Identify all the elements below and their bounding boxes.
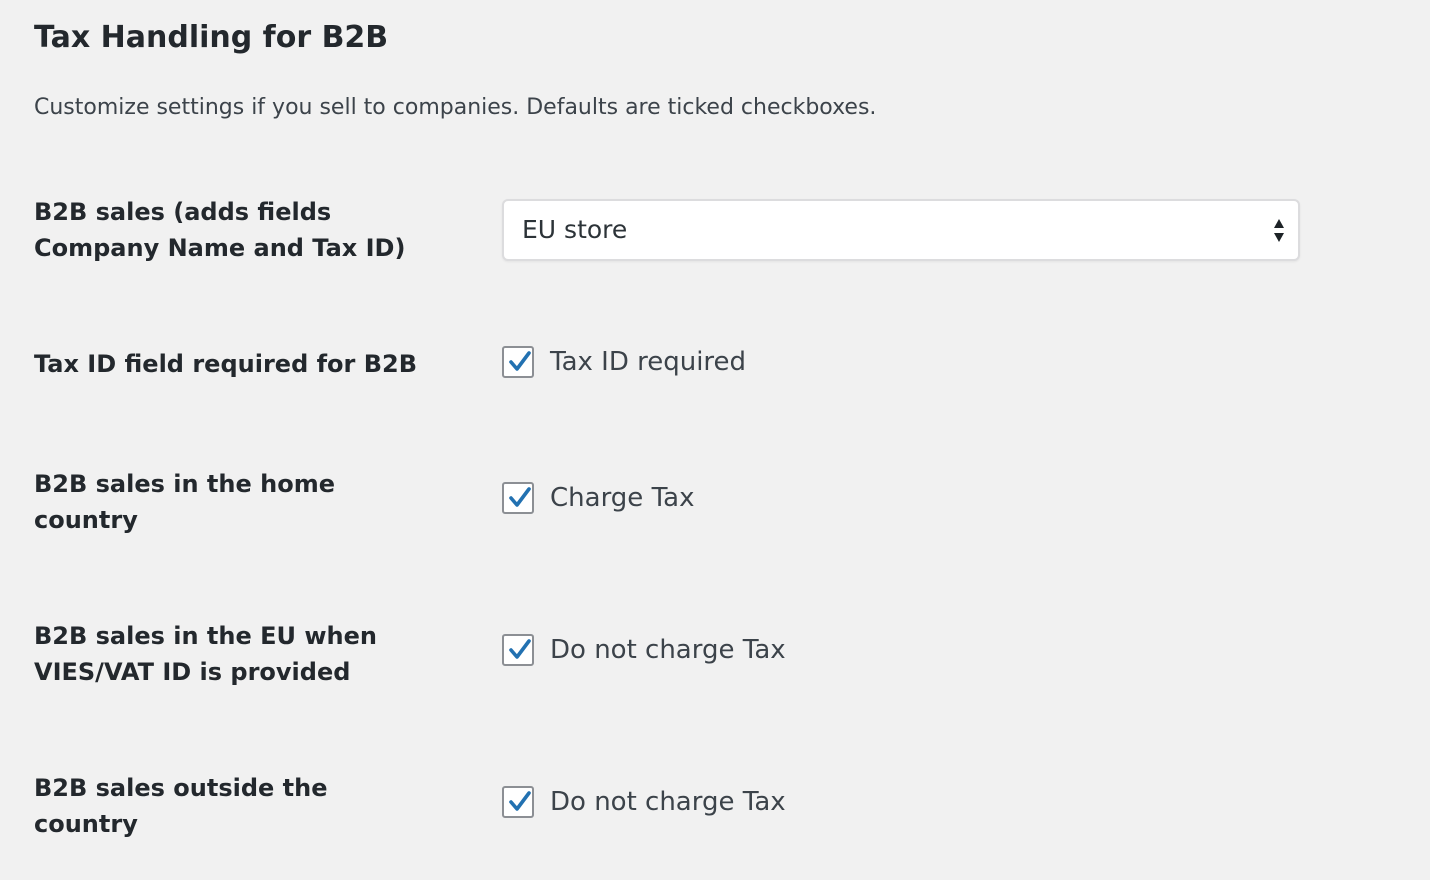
home-country-label[interactable]: Charge Tax [550, 480, 694, 516]
b2b-sales-select[interactable]: EU store [502, 199, 1300, 261]
setting-label-home-country: B2B sales in the home country [34, 470, 335, 534]
setting-label-b2b-sales: B2B sales (adds fields Company Name and … [34, 198, 406, 262]
setting-label-eu-vies: B2B sales in the EU when VIES/VAT ID is … [34, 622, 377, 686]
select-arrows-icon [1274, 219, 1284, 242]
eu-vies-checkbox[interactable] [502, 634, 534, 666]
settings-page: Tax Handling for B2B Customize settings … [0, 0, 1430, 880]
checkmark-icon [509, 351, 531, 371]
tax-id-required-label[interactable]: Tax ID required [550, 344, 746, 380]
setting-label-outside-country: B2B sales outside the country [34, 774, 328, 838]
tax-id-required-checkbox[interactable] [502, 346, 534, 378]
section-description: Customize settings if you sell to compan… [34, 95, 877, 120]
checkmark-icon [509, 639, 531, 659]
checkmark-icon [509, 791, 531, 811]
setting-label-tax-id-required: Tax ID field required for B2B [34, 350, 418, 378]
checkmark-icon [509, 487, 531, 507]
home-country-checkbox[interactable] [502, 482, 534, 514]
section-title: Tax Handling for B2B [34, 20, 389, 55]
b2b-sales-select-value: EU store [522, 215, 628, 244]
outside-country-label[interactable]: Do not charge Tax [550, 784, 786, 820]
eu-vies-label[interactable]: Do not charge Tax [550, 632, 786, 668]
outside-country-checkbox[interactable] [502, 786, 534, 818]
